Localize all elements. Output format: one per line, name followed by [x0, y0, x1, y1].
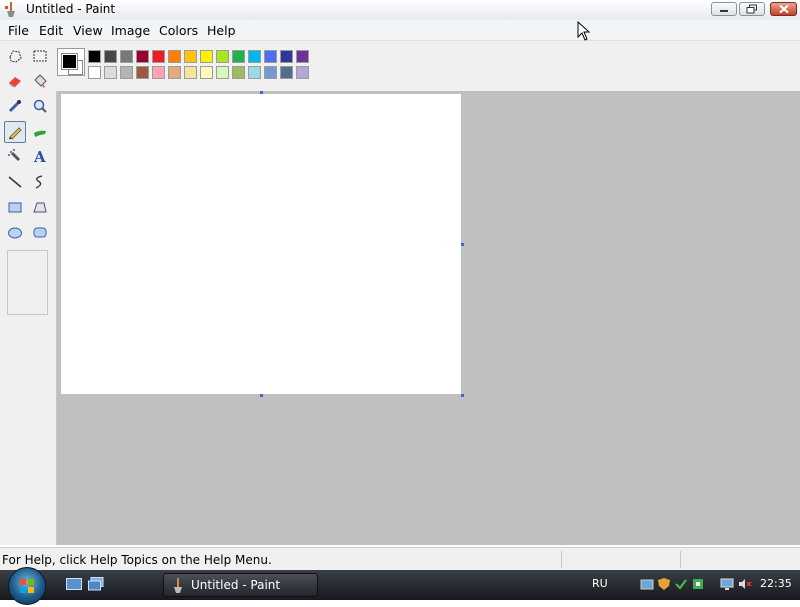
palette-swatch[interactable] — [232, 66, 245, 79]
resize-handle-corner[interactable] — [461, 394, 464, 397]
polygon-icon[interactable] — [29, 196, 51, 218]
select-icon[interactable] — [29, 45, 51, 67]
current-colors-box[interactable] — [57, 48, 85, 76]
palette-swatch[interactable] — [296, 66, 309, 79]
fill-icon[interactable] — [29, 70, 51, 92]
paint-app-icon — [172, 578, 184, 597]
minimize-button[interactable] — [711, 2, 737, 16]
windows-logo-icon — [20, 579, 34, 593]
status-divider — [680, 551, 681, 568]
palette-swatch[interactable] — [168, 66, 181, 79]
minimize-icon — [720, 10, 728, 12]
monitor-tray-icon[interactable] — [720, 577, 734, 591]
svg-text:A: A — [33, 148, 46, 164]
palette-swatch[interactable] — [248, 50, 261, 63]
taskbar: Untitled - Paint RU 22:35 — [0, 567, 800, 605]
rectangle-icon[interactable] — [4, 196, 26, 218]
volume-muted-icon[interactable] — [738, 577, 752, 591]
restore-icon — [746, 4, 757, 14]
palette-swatch[interactable] — [152, 50, 165, 63]
mouse-cursor-icon — [577, 21, 591, 41]
palette-swatch[interactable] — [184, 66, 197, 79]
switch-windows-icon[interactable] — [88, 577, 104, 591]
pencil-icon[interactable] — [4, 121, 26, 143]
brush-icon[interactable] — [29, 121, 51, 143]
menu-colors[interactable]: Colors — [159, 23, 198, 38]
eraser-icon[interactable] — [4, 70, 26, 92]
palette-swatch[interactable] — [216, 50, 229, 63]
language-indicator[interactable]: RU — [592, 577, 608, 590]
update-tray-icon[interactable] — [674, 577, 688, 591]
start-button[interactable] — [8, 567, 46, 605]
airbrush-icon[interactable] — [4, 145, 26, 167]
line-icon[interactable] — [4, 171, 26, 193]
paint-app-icon[interactable] — [4, 2, 18, 18]
magnifier-icon[interactable] — [29, 95, 51, 117]
palette-swatch[interactable] — [136, 66, 149, 79]
palette-swatch[interactable] — [120, 50, 133, 63]
palette-swatch[interactable] — [216, 66, 229, 79]
palette-swatch[interactable] — [88, 50, 101, 63]
toolbox: A — [0, 41, 57, 545]
palette-swatch[interactable] — [264, 50, 277, 63]
rounded-rectangle-icon[interactable] — [29, 221, 51, 243]
network-tray-icon[interactable] — [640, 577, 654, 591]
menu-view[interactable]: View — [73, 23, 103, 38]
status-divider — [561, 551, 562, 568]
taskbar-paint-label: Untitled - Paint — [191, 578, 281, 592]
free-form-select-icon[interactable] — [4, 45, 26, 67]
palette-swatch[interactable] — [200, 50, 213, 63]
palette-swatch[interactable] — [152, 66, 165, 79]
show-desktop-icon[interactable] — [66, 577, 82, 591]
menu-file[interactable]: File — [8, 23, 29, 38]
palette-swatch[interactable] — [248, 66, 261, 79]
taskbar-paint-button[interactable]: Untitled - Paint — [163, 573, 318, 597]
palette-swatch[interactable] — [200, 66, 213, 79]
palette-swatch[interactable] — [296, 50, 309, 63]
close-icon — [778, 4, 789, 14]
foreground-color-swatch[interactable] — [61, 53, 78, 70]
menu-edit[interactable]: Edit — [39, 23, 63, 38]
restore-button[interactable] — [739, 2, 765, 16]
menu-image[interactable]: Image — [111, 23, 150, 38]
palette-swatch[interactable] — [280, 66, 293, 79]
palette-swatch[interactable] — [232, 50, 245, 63]
text-icon[interactable]: A — [29, 145, 51, 167]
color-palette — [56, 41, 800, 91]
color-picker-icon[interactable] — [4, 95, 26, 117]
palette-swatch[interactable] — [136, 50, 149, 63]
palette-swatch[interactable] — [120, 66, 133, 79]
menu-help[interactable]: Help — [207, 23, 236, 38]
resize-handle-bottom[interactable] — [260, 394, 263, 397]
palette-swatch[interactable] — [264, 66, 277, 79]
tray-icon[interactable] — [691, 577, 705, 591]
security-shield-icon[interactable] — [657, 577, 671, 591]
close-button[interactable] — [770, 2, 797, 16]
window-title: Untitled - Paint — [26, 2, 116, 16]
title-bar[interactable]: Untitled - Paint — [0, 0, 800, 21]
status-help-text: For Help, click Help Topics on the Help … — [2, 553, 272, 567]
palette-swatch[interactable] — [280, 50, 293, 63]
workspace — [57, 91, 800, 545]
tool-options-box[interactable] — [7, 250, 48, 315]
menu-bar: File Edit View Image Colors Help — [0, 20, 800, 41]
drawing-canvas[interactable] — [61, 94, 461, 394]
curve-icon[interactable] — [29, 171, 51, 193]
palette-swatch[interactable] — [104, 50, 117, 63]
palette-swatch[interactable] — [104, 66, 117, 79]
ellipse-icon[interactable] — [4, 221, 26, 243]
palette-swatch[interactable] — [184, 50, 197, 63]
system-clock[interactable]: 22:35 — [760, 577, 792, 590]
resize-handle-right[interactable] — [461, 243, 464, 246]
palette-swatch[interactable] — [168, 50, 181, 63]
resize-handle-top — [260, 91, 263, 94]
palette-swatch[interactable] — [88, 66, 101, 79]
status-bar: For Help, click Help Topics on the Help … — [0, 547, 800, 571]
